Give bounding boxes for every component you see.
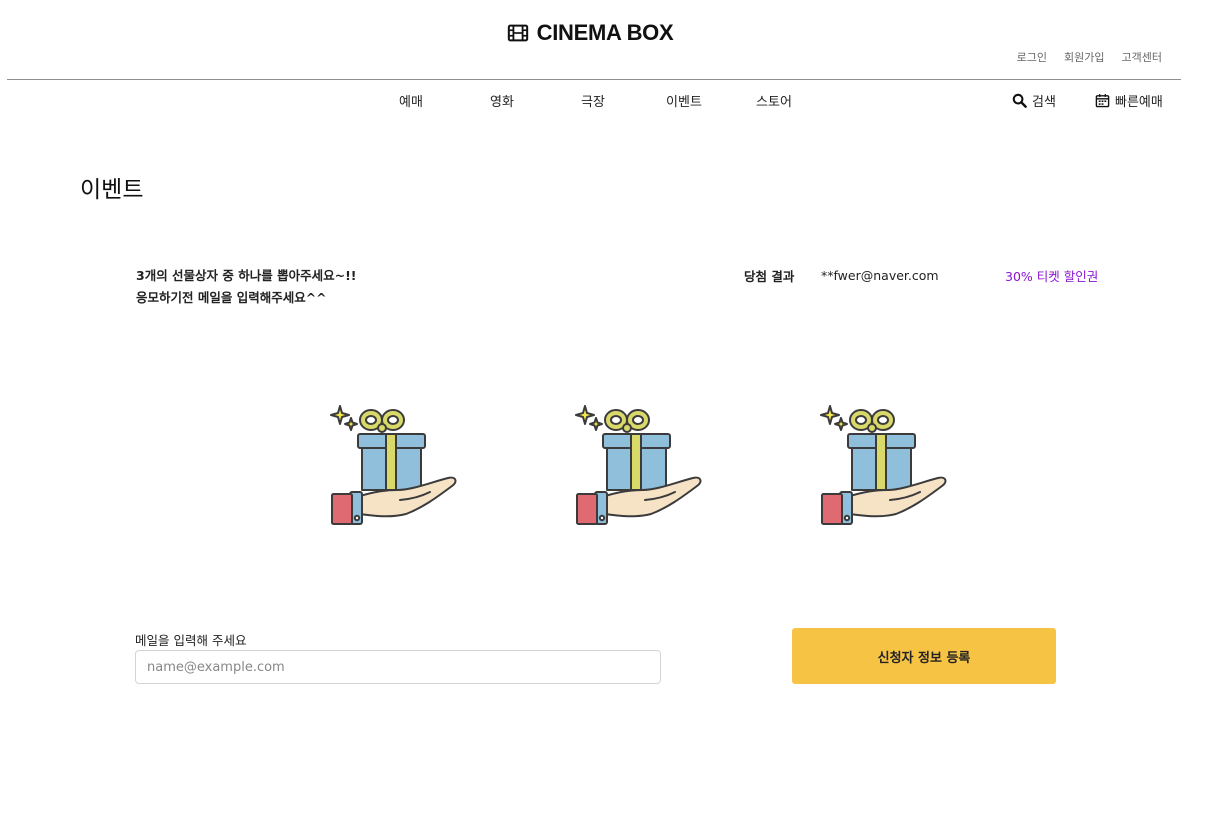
result-email: **fwer@naver.com bbox=[821, 268, 939, 283]
email-label: 메일을 입력해 주세요 bbox=[135, 633, 247, 648]
result-prize: 30% 티켓 할인권 bbox=[1005, 269, 1099, 284]
email-input[interactable] bbox=[135, 650, 661, 684]
search-label: 검색 bbox=[1032, 95, 1056, 110]
search-icon bbox=[1012, 93, 1027, 108]
instruction-line-2: 응모하기전 메일을 입력해주세요^^ bbox=[136, 290, 327, 305]
quick-booking-button[interactable]: 빠른예매 bbox=[1095, 91, 1163, 110]
gift-box-3[interactable] bbox=[820, 404, 948, 532]
nav-item-booking[interactable]: 예매 bbox=[399, 91, 423, 110]
gift-box-1[interactable] bbox=[330, 404, 458, 532]
gift-in-hand-icon bbox=[330, 405, 457, 525]
header-divider bbox=[7, 79, 1181, 80]
nav-item-events[interactable]: 이벤트 bbox=[666, 91, 702, 110]
page-title: 이벤트 bbox=[80, 177, 144, 203]
top-links: 로그인 회원가입 고객센터 bbox=[1017, 49, 1162, 65]
brand[interactable]: CINEMA BOX bbox=[0, 20, 1180, 46]
gift-in-hand-icon bbox=[575, 405, 702, 525]
signup-link[interactable]: 회원가입 bbox=[1064, 49, 1104, 65]
nav-item-movies[interactable]: 영화 bbox=[490, 91, 514, 110]
result-label: 당첨 결과 bbox=[744, 269, 795, 284]
login-link[interactable]: 로그인 bbox=[1017, 49, 1047, 65]
page: CINEMA BOX 로그인 회원가입 고객센터 예매 영화 극장 이벤트 스토… bbox=[0, 0, 1212, 838]
customer-center-link[interactable]: 고객센터 bbox=[1122, 49, 1162, 65]
nav-item-theaters[interactable]: 극장 bbox=[581, 91, 605, 110]
winner-result: 당첨 결과 **fwer@naver.com 30% 티켓 할인권 bbox=[744, 266, 1098, 285]
gift-in-hand-icon bbox=[820, 405, 947, 525]
event-instructions: 3개의 선물상자 중 하나를 뽑아주세요~!! 응모하기전 메일을 입력해주세요… bbox=[136, 265, 356, 309]
film-icon bbox=[507, 24, 528, 42]
nav-item-store[interactable]: 스토어 bbox=[756, 91, 792, 110]
calendar-icon bbox=[1095, 94, 1110, 108]
brand-name: CINEMA BOX bbox=[536, 20, 674, 45]
instruction-line-1: 3개의 선물상자 중 하나를 뽑아주세요~!! bbox=[136, 268, 357, 283]
search-button[interactable]: 검색 bbox=[1012, 91, 1056, 110]
gift-box-2[interactable] bbox=[575, 404, 703, 532]
submit-applicant-button[interactable]: 신청자 정보 등록 bbox=[792, 628, 1056, 684]
quick-booking-label: 빠른예매 bbox=[1115, 95, 1163, 110]
